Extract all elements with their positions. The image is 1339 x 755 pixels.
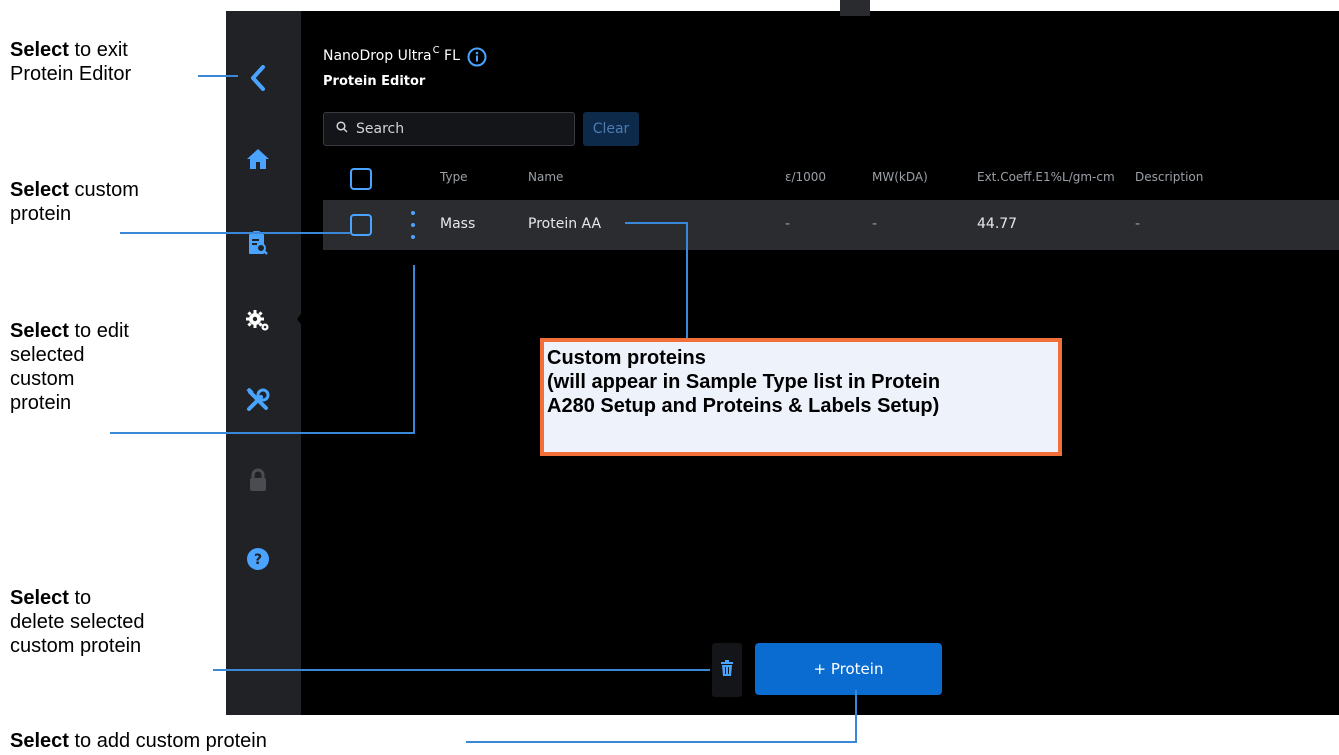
annotation-select-bold: Select xyxy=(10,179,69,201)
active-indicator xyxy=(297,311,303,327)
annotation-delete-rest: to xyxy=(68,587,92,609)
column-header-type: Type xyxy=(440,170,468,184)
add-protein-button[interactable]: + Protein xyxy=(755,643,942,695)
column-header-name: Name xyxy=(528,170,564,184)
gears-icon[interactable] xyxy=(244,307,272,335)
search-input[interactable] xyxy=(356,121,556,137)
trash-icon xyxy=(721,659,733,681)
callout-line-2: (will appear in Sample Type list in Prot… xyxy=(547,371,941,393)
annotation-delete-line2: delete selected xyxy=(10,611,145,633)
info-icon[interactable] xyxy=(467,47,487,71)
custom-proteins-callout: Custom proteins (will appear in Sample T… xyxy=(540,338,1062,456)
cell-e1000: - xyxy=(785,216,791,232)
annotation-add: Select to add custom protein xyxy=(10,729,267,753)
app-title-text: NanoDrop Ultra xyxy=(323,48,432,64)
page-title: Protein Editor xyxy=(323,74,426,89)
annotation-delete-bold: Select xyxy=(10,587,69,609)
annotation-add-bold: Select xyxy=(10,730,69,752)
column-header-ext-coeff: Ext.Coeff.E1%L/gm-cm xyxy=(977,170,1115,184)
annotation-edit-line3: custom xyxy=(10,368,75,390)
cell-ext-coeff: 44.77 xyxy=(977,216,1018,232)
table-row[interactable] xyxy=(323,200,1339,250)
cell-type: Mass xyxy=(440,216,476,232)
callout-line-3: A280 Setup and Proteins & Labels Setup) xyxy=(547,395,940,417)
top-notch xyxy=(840,0,870,16)
lock-icon[interactable] xyxy=(244,466,272,494)
annotation-edit: Select to edit selected custom protein xyxy=(10,319,129,415)
cell-description: - xyxy=(1135,216,1141,232)
app-title-sup: C xyxy=(432,45,440,56)
annotation-edit-line4: protein xyxy=(10,392,72,414)
annotation-exit-rest: to exit xyxy=(68,39,128,61)
row-checkbox[interactable] xyxy=(350,214,372,236)
kebab-menu-icon[interactable] xyxy=(409,211,417,239)
annotation-edit-rest: to edit xyxy=(68,320,129,342)
annotation-delete: Select to delete selected custom protein xyxy=(10,586,145,658)
column-header-mw: MW(kDA) xyxy=(872,170,928,184)
callout-line-1: Custom proteins xyxy=(547,347,706,369)
annotation-exit-line2: Protein Editor xyxy=(10,63,132,85)
annotation-select-custom: Select custom protein xyxy=(10,178,139,226)
tools-icon[interactable] xyxy=(244,386,272,414)
annotation-delete-line3: custom protein xyxy=(10,635,142,657)
help-icon[interactable]: ? xyxy=(244,545,272,573)
column-header-e1000: ε/1000 xyxy=(785,170,827,184)
delete-button[interactable] xyxy=(712,643,742,697)
annotation-exit-bold: Select xyxy=(10,39,69,61)
search-box[interactable] xyxy=(323,112,575,146)
clipboard-search-icon[interactable] xyxy=(244,229,272,257)
home-icon[interactable] xyxy=(244,145,272,173)
annotation-add-rest: to add custom protein xyxy=(68,730,267,752)
clear-button[interactable]: Clear xyxy=(583,112,639,146)
cell-name: Protein AA xyxy=(528,216,602,232)
app-title: NanoDrop Ultra C FL xyxy=(323,45,487,72)
search-icon xyxy=(336,120,348,138)
annotation-edit-bold: Select xyxy=(10,320,69,342)
column-header-description: Description xyxy=(1135,170,1204,184)
chevron-left-icon[interactable] xyxy=(244,64,272,92)
app-title-suffix: FL xyxy=(444,48,460,64)
sidebar: ? xyxy=(226,11,303,715)
select-all-checkbox[interactable] xyxy=(350,168,372,190)
annotation-select-rest: custom xyxy=(68,179,139,201)
cell-mw: - xyxy=(872,216,878,232)
annotation-exit: Select to exit Protein Editor xyxy=(10,38,131,86)
svg-text:?: ? xyxy=(254,552,262,568)
annotation-select-line2: protein xyxy=(10,203,72,225)
annotation-edit-line2: selected xyxy=(10,344,85,366)
